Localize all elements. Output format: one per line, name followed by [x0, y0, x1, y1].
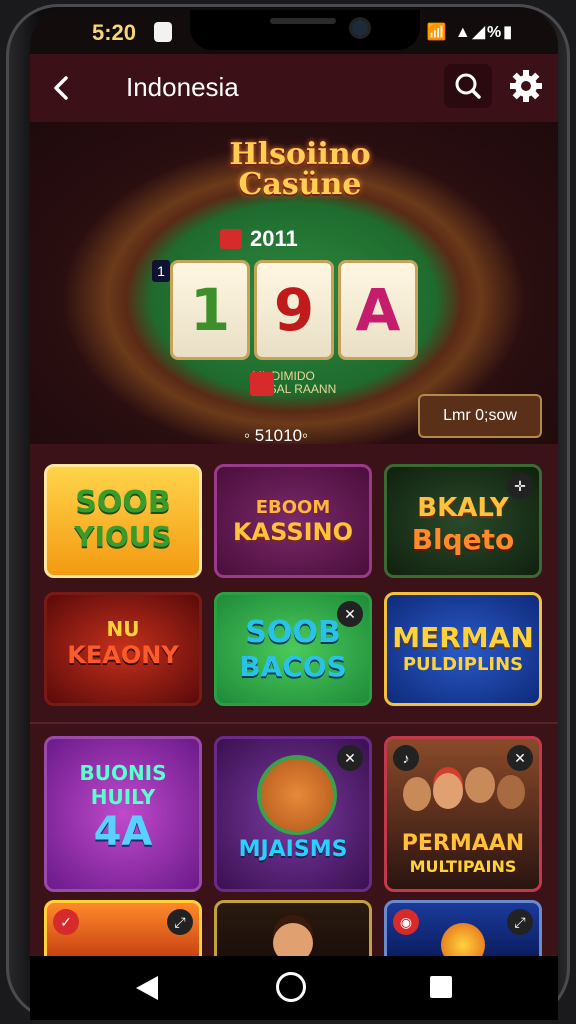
character-illustration: [257, 755, 337, 835]
year-tag: 2011: [220, 226, 298, 252]
signal-wifi-battery-icons: 📶 ▲◢%▮: [426, 24, 514, 41]
game-tile-line2: PULDIPLINS: [402, 654, 524, 675]
game-tile[interactable]: ✕ SOOB BACOS: [214, 592, 372, 706]
game-tile-line2: YIOUS: [74, 520, 172, 553]
system-nav-bar: [30, 956, 558, 1020]
game-tile-line1: EBOOM: [255, 497, 331, 518]
game-tile[interactable]: EBOOM KASSINO: [214, 464, 372, 578]
game-tile[interactable]: SOOB YIOUS: [44, 464, 202, 578]
reel-side-tag: 1: [152, 260, 170, 282]
game-tile[interactable]: NU KEAONY: [44, 592, 202, 706]
status-time: 5:20: [92, 20, 137, 45]
expand-icon[interactable]: ✕: [337, 601, 363, 627]
game-tile-line1: PERMAAN: [401, 831, 525, 856]
app-header: Indonesia: [30, 54, 558, 122]
expand-icon[interactable]: ⤢: [507, 909, 533, 935]
search-icon: [455, 73, 481, 99]
game-tile[interactable]: ✛ BKALY Blqeto: [384, 464, 542, 578]
info-icon[interactable]: ✓: [53, 909, 79, 935]
game-tile[interactable]: MERMAN PULDIPLINS: [384, 592, 542, 706]
game-tile-line2: MJAISMS: [238, 837, 348, 862]
game-tile-line2: BACOS: [239, 650, 347, 683]
section-divider: [30, 722, 558, 724]
year-text: 2011: [250, 226, 298, 251]
slot-reel-1: 1: [170, 260, 250, 360]
card-icon: [250, 372, 274, 396]
hero-title-line2: Casüne: [238, 167, 362, 202]
slot-reel-3: A: [338, 260, 418, 360]
game-grid: SOOB YIOUS EBOOM KASSINO ✛ BKALY Blqeto …: [30, 446, 558, 966]
game-tile-line2: 4A: [93, 809, 153, 855]
hero-action-button[interactable]: Lmr 0;sow: [418, 394, 542, 438]
game-tile[interactable]: ♪ ✕ PERMAAN MULTIPAINS: [384, 736, 542, 892]
game-tile-line2: KASSINO: [232, 518, 354, 546]
sim-icon: [154, 22, 172, 42]
screen: 5:20 📶 ▲◢%▮ Indonesia Hlsoiino Casüne 20…: [30, 10, 558, 1020]
front-camera: [352, 20, 368, 36]
settings-button[interactable]: [504, 64, 548, 108]
game-tile-line2: Blqeto: [411, 523, 515, 556]
info-icon[interactable]: ◉: [393, 909, 419, 935]
nav-recents-icon[interactable]: [430, 976, 452, 998]
game-tile-line2: KEAONY: [67, 641, 179, 669]
banner-counter: ◦ 51010◦: [244, 426, 309, 445]
game-tile-line1: NU: [106, 617, 140, 641]
nav-back-icon[interactable]: [136, 976, 158, 1000]
phone-frame: 5:20 📶 ▲◢%▮ Indonesia Hlsoiino Casüne 20…: [6, 4, 570, 1020]
nav-home-icon[interactable]: [276, 972, 306, 1002]
game-tile-line1: SOOB: [75, 485, 171, 520]
game-tile[interactable]: BUONIS HUILY 4A: [44, 736, 202, 892]
game-tile-line1: MERMAN: [392, 621, 534, 654]
card-icon: [220, 229, 242, 249]
people-illustration: [399, 767, 527, 827]
expand-icon[interactable]: ⤢: [167, 909, 193, 935]
expand-icon[interactable]: ✛: [507, 473, 533, 499]
gear-icon: [510, 70, 542, 102]
hero-banner[interactable]: Hlsoiino Casüne 2011 1 1 9 A ML DIMIDO C…: [30, 122, 558, 444]
back-arrow-icon[interactable]: [44, 70, 80, 106]
search-button[interactable]: [444, 64, 492, 108]
hero-title: Hlsoiino Casüne: [200, 140, 400, 200]
expand-icon[interactable]: ✕: [337, 745, 363, 771]
hero-subtitle: ML DIMIDO CASAL RAANN: [220, 370, 336, 396]
slot-reel-2: 9: [254, 260, 334, 360]
camera-notch: [190, 10, 420, 50]
game-tile[interactable]: ✕ MJAISMS: [214, 736, 372, 892]
game-tile-line1: BUONIS HUILY: [79, 761, 167, 809]
slot-reels: 1 9 A: [170, 260, 418, 360]
page-title: Indonesia: [126, 72, 239, 102]
speaker-grille: [270, 18, 336, 24]
game-tile-line2: MULTIPAINS: [409, 857, 517, 876]
